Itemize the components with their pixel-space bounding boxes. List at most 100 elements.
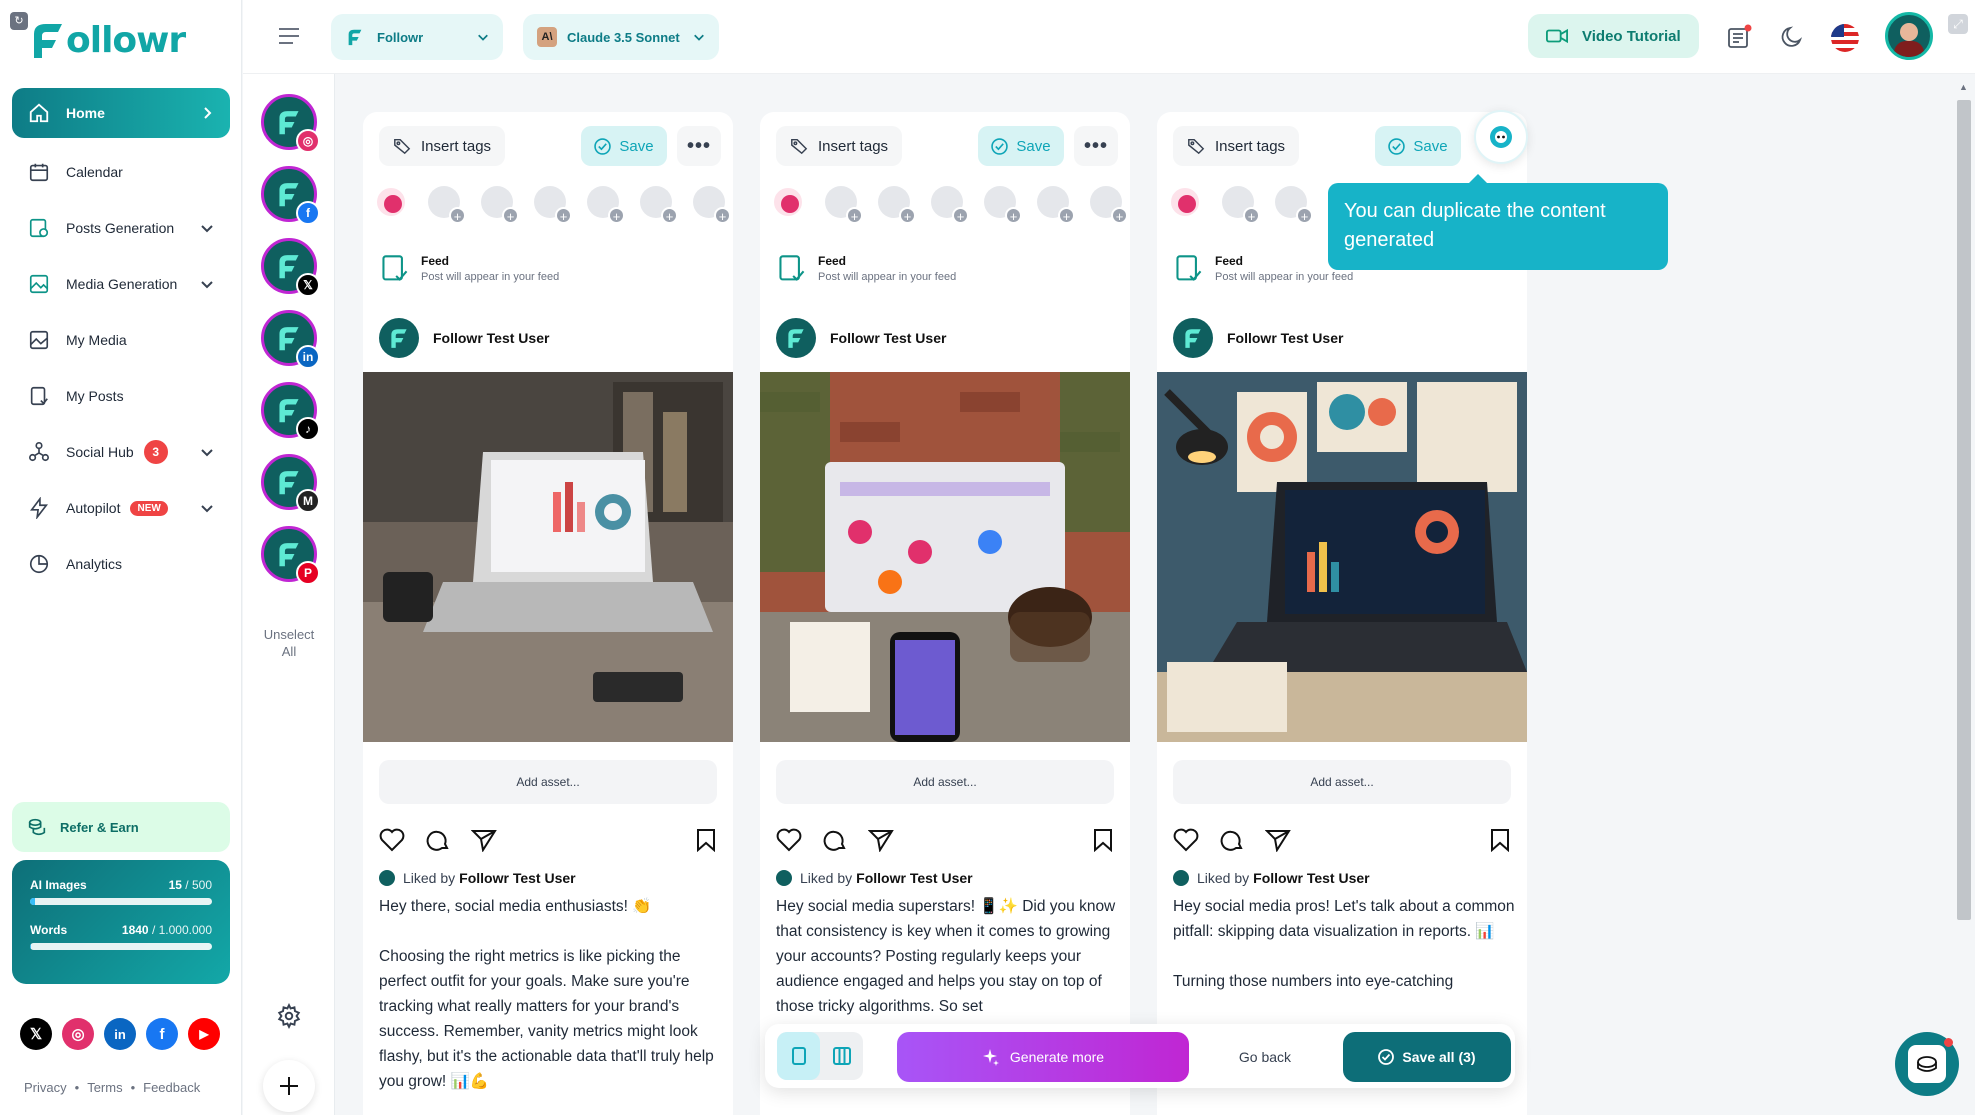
instagram-icon[interactable]: ◎ (62, 1018, 94, 1050)
platform-option-icon[interactable]: + (825, 186, 863, 224)
instagram-platform-icon[interactable] (375, 186, 407, 218)
sidebar-item-media-generation[interactable]: Media Generation (12, 256, 230, 312)
heart-icon[interactable] (1173, 828, 1199, 852)
comment-icon[interactable] (822, 828, 848, 852)
sidebar-item-my-posts[interactable]: My Posts (12, 368, 230, 424)
save-button[interactable]: Save (581, 126, 667, 166)
facebook-icon[interactable]: f (146, 1018, 178, 1050)
go-back-button[interactable]: Go back (1205, 1032, 1325, 1082)
liked-user: Followr Test User (459, 870, 576, 886)
insert-tags-button[interactable]: Insert tags (776, 126, 903, 166)
more-options-button[interactable]: ••• (1074, 126, 1118, 166)
sidebar-item-my-media[interactable]: My Media (12, 312, 230, 368)
heart-icon[interactable] (379, 828, 405, 852)
video-tutorial-button[interactable]: Video Tutorial (1528, 14, 1699, 58)
platform-option-icon[interactable]: + (984, 186, 1022, 224)
platform-option-icon[interactable]: + (693, 186, 731, 224)
share-icon[interactable] (471, 828, 497, 852)
grid-view-button[interactable] (820, 1032, 863, 1080)
refer-earn-button[interactable]: Refer & Earn (12, 802, 230, 852)
share-icon[interactable] (868, 828, 894, 852)
account-avatar-x[interactable]: 𝕏 (261, 238, 320, 297)
platform-option-icon[interactable]: + (931, 186, 969, 224)
feedback-link[interactable]: Feedback (143, 1080, 200, 1095)
bottom-toolbar: Generate more Go back Save all (3) (765, 1024, 1515, 1088)
instagram-platform-icon[interactable] (1169, 186, 1201, 218)
linkedin-icon[interactable]: in (104, 1018, 136, 1050)
account-avatar-instagram[interactable]: ◎ (261, 94, 320, 153)
privacy-link[interactable]: Privacy (24, 1080, 67, 1095)
post-caption[interactable]: Hey social media pros! Let's talk about … (1173, 894, 1517, 994)
sidebar-item-social-hub[interactable]: Social Hub 3 (12, 424, 230, 480)
scrollbar[interactable]: ▲ (1955, 80, 1973, 1115)
add-account-button[interactable] (263, 1060, 315, 1112)
bookmark-icon[interactable] (695, 828, 717, 852)
comment-icon[interactable] (1219, 828, 1245, 852)
account-avatar-pinterest[interactable]: P (261, 526, 320, 585)
menu-icon[interactable] (277, 26, 301, 46)
app-logo[interactable]: ollowr (28, 14, 186, 66)
insert-tags-button[interactable]: Insert tags (1173, 126, 1300, 166)
add-asset-button[interactable]: Add asset... (1173, 760, 1511, 804)
user-avatar[interactable] (1885, 12, 1933, 60)
scrollbar-thumb[interactable] (1957, 100, 1971, 920)
account-avatar-facebook[interactable]: f (261, 166, 320, 225)
save-all-button[interactable]: Save all (3) (1343, 1032, 1511, 1082)
post-caption[interactable]: Hey social media superstars! 📱✨ Did you … (776, 894, 1120, 1019)
more-options-button[interactable]: ••• (677, 126, 721, 166)
heart-icon[interactable] (776, 828, 802, 852)
platform-option-icon[interactable]: + (534, 186, 572, 224)
account-avatar-linkedin[interactable]: in (261, 310, 320, 369)
bookmark-icon[interactable] (1489, 828, 1511, 852)
save-button[interactable]: Save (978, 126, 1064, 166)
chat-support-button[interactable] (1895, 1032, 1959, 1096)
platform-option-icon[interactable]: + (428, 186, 466, 224)
model-select[interactable]: A\ Claude 3.5 Sonnet (523, 14, 719, 60)
sidebar-item-posts-generation[interactable]: Posts Generation (12, 200, 230, 256)
platform-option-icon[interactable]: + (1222, 186, 1260, 224)
platform-option-icon[interactable]: + (481, 186, 519, 224)
chat-notification-dot (1944, 1038, 1953, 1047)
account-avatar-tiktok[interactable]: ♪ (261, 382, 320, 441)
post-image[interactable] (363, 372, 733, 742)
comment-icon[interactable] (425, 828, 451, 852)
sidebar-item-autopilot[interactable]: Autopilot NEW (12, 480, 230, 536)
share-icon[interactable] (1265, 828, 1291, 852)
settings-button[interactable] (263, 990, 315, 1042)
brand-select[interactable]: Followr (331, 14, 503, 60)
scroll-up-icon[interactable]: ▲ (1959, 82, 1968, 92)
account-avatar-medium[interactable]: M (261, 454, 320, 513)
platform-option-icon[interactable]: + (640, 186, 678, 224)
platform-option-icon[interactable]: + (1275, 186, 1313, 224)
us-flag-icon[interactable] (1831, 24, 1859, 52)
post-caption[interactable]: Hey there, social media enthusiasts! 👏 C… (379, 894, 723, 1094)
post-image[interactable] (760, 372, 1130, 742)
save-button[interactable]: Save (1375, 126, 1461, 166)
platform-option-icon[interactable]: + (1090, 186, 1128, 224)
platform-option-icon[interactable]: + (587, 186, 625, 224)
youtube-icon[interactable]: ▶ (188, 1018, 220, 1050)
single-view-button[interactable] (777, 1032, 820, 1080)
sidebar-item-calendar[interactable]: Calendar (12, 144, 230, 200)
duplicate-button[interactable] (1474, 110, 1528, 164)
news-icon[interactable] (1726, 24, 1752, 50)
insert-tags-button[interactable]: Insert tags (379, 126, 506, 166)
generate-more-button[interactable]: Generate more (897, 1032, 1189, 1082)
bookmark-icon[interactable] (1092, 828, 1114, 852)
unselect-all-button[interactable]: Unselect All (243, 626, 335, 660)
post-image[interactable] (1157, 372, 1527, 742)
instagram-platform-icon[interactable] (772, 186, 804, 218)
platform-option-icon[interactable]: + (878, 186, 916, 224)
analytics-icon (26, 551, 52, 577)
dark-mode-icon[interactable] (1780, 25, 1804, 49)
platform-option-icon[interactable]: + (1037, 186, 1075, 224)
expand-icon[interactable]: ⤢ (1948, 14, 1968, 34)
refresh-icon[interactable]: ↻ (10, 12, 28, 30)
x-icon[interactable]: 𝕏 (20, 1018, 52, 1050)
terms-link[interactable]: Terms (87, 1080, 122, 1095)
sidebar-item-analytics[interactable]: Analytics (12, 536, 230, 592)
add-asset-button[interactable]: Add asset... (776, 760, 1114, 804)
author-name: Followr Test User (830, 330, 947, 346)
sidebar-item-home[interactable]: Home (12, 88, 230, 138)
add-asset-button[interactable]: Add asset... (379, 760, 717, 804)
